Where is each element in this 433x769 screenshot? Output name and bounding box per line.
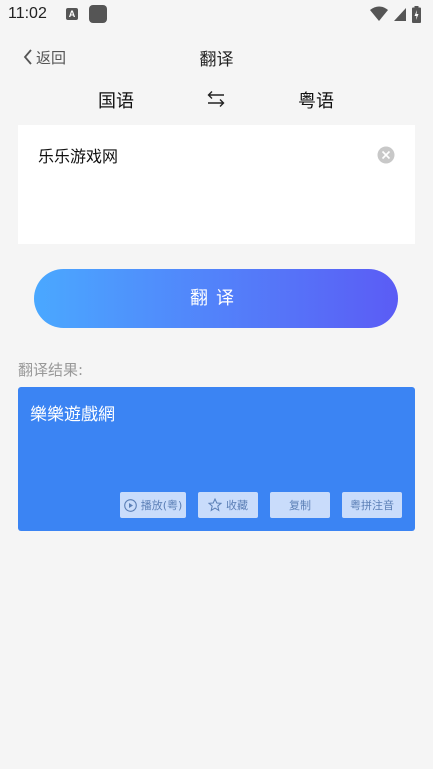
notification-a-icon: A <box>66 8 78 20</box>
input-text[interactable]: 乐乐游戏网 <box>38 143 118 167</box>
battery-icon <box>412 6 421 23</box>
status-time: 11:02 <box>8 5 47 22</box>
page-title: 翻译 <box>199 50 234 70</box>
copy-button[interactable]: 复制 <box>270 492 330 518</box>
wifi-icon <box>369 6 388 21</box>
play-label: 播放(粤) <box>140 499 183 512</box>
result-card: 樂樂遊戲網 播放(粤) 收藏 复制 粤拼注音 <box>18 387 415 531</box>
source-text-input[interactable]: 乐乐游戏网 <box>18 125 415 244</box>
play-circle-icon <box>123 498 137 512</box>
copy-label: 复制 <box>289 499 311 512</box>
result-text: 樂樂遊戲網 <box>30 405 115 425</box>
clear-icon[interactable] <box>377 146 395 164</box>
status-indicators <box>369 6 421 24</box>
favorite-label: 收藏 <box>226 499 248 512</box>
notification-app-icon <box>89 5 107 23</box>
translate-button[interactable]: 翻译 <box>34 269 398 328</box>
source-language[interactable]: 国语 <box>98 87 134 113</box>
favorite-button[interactable]: 收藏 <box>198 492 258 518</box>
swap-arrows-icon[interactable] <box>206 90 226 112</box>
play-cantonese-button[interactable]: 播放(粤) <box>120 492 186 518</box>
target-language[interactable]: 粤语 <box>298 87 334 113</box>
jyutping-button[interactable]: 粤拼注音 <box>342 492 402 518</box>
star-icon <box>208 498 222 512</box>
status-bar: 11:02 A <box>0 0 433 30</box>
result-label: 翻译结果: <box>18 361 84 379</box>
jyutping-label: 粤拼注音 <box>350 499 394 512</box>
language-selector-row: 国语 粤语 <box>0 86 433 114</box>
cell-signal-icon <box>393 8 406 21</box>
